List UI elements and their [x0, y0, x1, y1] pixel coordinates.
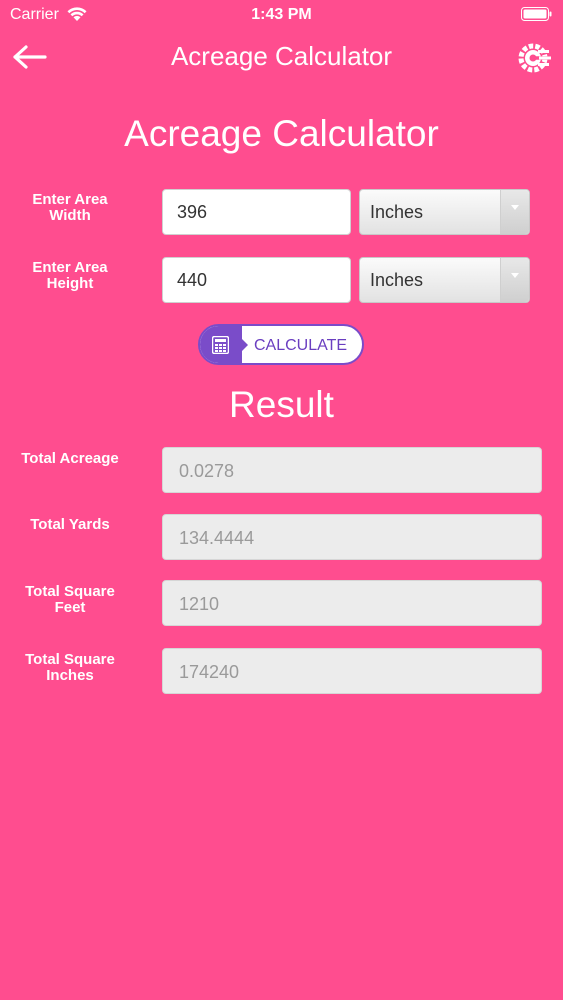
total-acreage-label: Total Acreage — [21, 450, 119, 467]
total-yards-field: 134.4444 — [162, 514, 542, 560]
battery-icon — [521, 7, 552, 21]
total-yards-label: Total Yards — [30, 516, 110, 533]
height-unit-select[interactable]: Inches — [359, 257, 530, 303]
total-square-inches-label: Total Square Inches — [25, 651, 115, 684]
chevron-down-icon — [500, 258, 529, 302]
total-acreage-field: 0.0278 — [162, 447, 542, 493]
width-unit-select[interactable]: Inches — [359, 189, 530, 235]
height-unit-value: Inches — [370, 270, 424, 290]
result-title: Result — [229, 384, 334, 425]
height-label: Enter Area Height — [32, 259, 108, 292]
chevron-down-icon — [500, 190, 529, 234]
total-square-feet-field: 1210 — [162, 580, 542, 626]
height-input[interactable] — [162, 257, 351, 303]
status-time: 1:43 PM — [251, 6, 312, 23]
width-label: Enter Area Width — [32, 191, 108, 224]
settings-icon[interactable] — [515, 40, 551, 76]
nav-bar: Acreage Calculator — [0, 30, 563, 86]
calculate-button[interactable]: CALCULATE — [198, 324, 364, 365]
calculator-icon — [212, 336, 229, 354]
page-title: Acreage Calculator — [124, 113, 439, 154]
nav-title: Acreage Calculator — [170, 41, 393, 71]
total-square-feet-label: Total Square Feet — [25, 583, 115, 616]
width-unit-value: Inches — [370, 202, 424, 222]
width-input[interactable] — [162, 189, 351, 235]
calculate-label: CALCULATE — [254, 337, 348, 354]
total-square-inches-field: 174240 — [162, 648, 542, 694]
status-bar: Carrier 1:43 PM — [0, 0, 563, 30]
calculate-icon-box — [200, 326, 248, 363]
